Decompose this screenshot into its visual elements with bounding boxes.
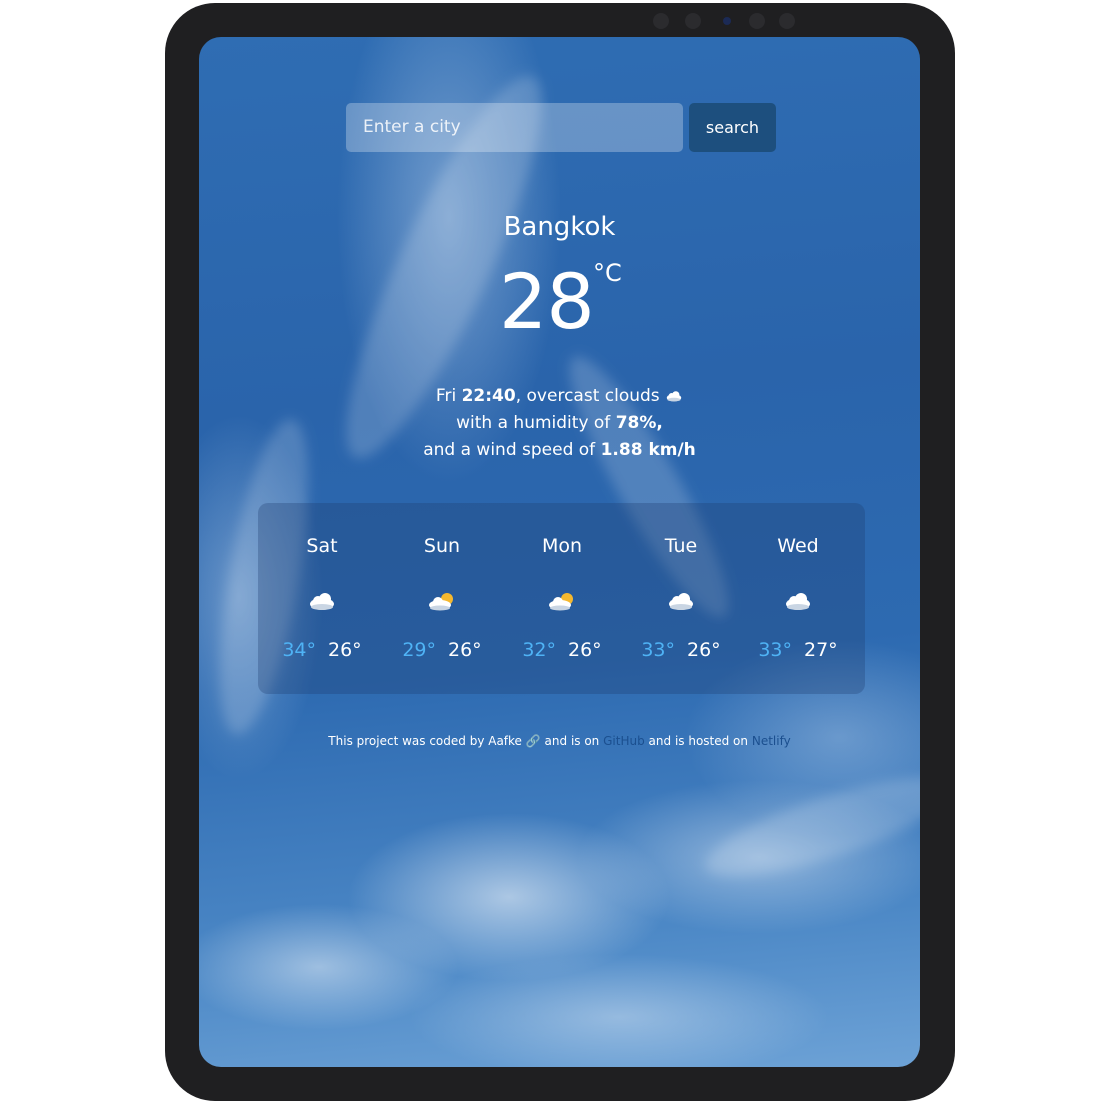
forecast-low: 26° — [328, 639, 362, 661]
city-search-input[interactable]: Enter a city — [346, 103, 683, 152]
cloud-icon — [786, 593, 810, 610]
sensor-dot — [653, 13, 669, 29]
forecast-high: 29° — [402, 639, 436, 661]
link-icon: 🔗 — [525, 734, 541, 748]
forecast-high: 32° — [522, 639, 556, 661]
weekday: Fri — [435, 386, 457, 406]
forecast-high: 33° — [641, 639, 675, 661]
sun-cloud-icon — [429, 593, 453, 611]
search-button[interactable]: search — [689, 103, 776, 152]
cloud-streak — [696, 758, 920, 896]
wind-speed-value: 1.88 km/h — [600, 440, 696, 460]
sensor-dot — [779, 13, 795, 29]
current-temperature: 28 — [499, 257, 595, 346]
forecast-low: 26° — [568, 639, 602, 661]
condition-text: overcast clouds — [526, 386, 660, 406]
forecast-low: 27° — [804, 639, 838, 661]
sensor-dot — [685, 13, 701, 29]
humidity-label: with a humidity of — [456, 413, 611, 433]
humidity-value: 78%, — [615, 413, 663, 433]
forecast-panel: Sat 34° 26° Sun 29° 26° Mon 32° 26° Tue … — [258, 503, 865, 694]
temperature-unit: °C — [593, 259, 622, 287]
forecast-temps: 33° 26° — [631, 639, 731, 661]
sensor-dot — [749, 13, 765, 29]
current-time: 22:40 — [461, 386, 516, 406]
cloud-icon — [669, 593, 693, 610]
forecast-temps: 29° 26° — [392, 639, 492, 661]
comma: , — [515, 386, 522, 406]
forecast-day-name: Tue — [664, 535, 698, 557]
forecast-temps: 34° 26° — [272, 639, 372, 661]
forecast-day-name: Sat — [306, 535, 338, 557]
footer-text: This project was coded by Aafke — [328, 734, 522, 748]
forecast-day-name: Wed — [777, 535, 819, 557]
forecast-low: 26° — [448, 639, 482, 661]
cloud-icon — [310, 593, 334, 610]
app-screen: Enter a city search Bangkok 28 °C Fri 22… — [199, 37, 920, 1067]
wind-label: and a wind speed of — [423, 440, 596, 460]
forecast-temps: 33° 27° — [748, 639, 848, 661]
forecast-high: 34° — [282, 639, 316, 661]
forecast-temps: 32° 26° — [512, 639, 612, 661]
netlify-link[interactable]: Netlify — [752, 734, 791, 748]
weather-description: Fri 22:40, overcast clouds with a humidi… — [199, 383, 920, 464]
city-name: Bangkok — [503, 212, 616, 242]
footer: This project was coded by Aafke 🔗 and is… — [199, 734, 920, 748]
forecast-day-name: Sun — [423, 535, 461, 557]
forecast-high: 33° — [758, 639, 792, 661]
sun-cloud-icon — [549, 593, 573, 611]
github-link[interactable]: GitHub — [603, 734, 645, 748]
camera-lens-icon — [723, 17, 731, 25]
cloud-icon — [666, 391, 682, 402]
forecast-low: 26° — [687, 639, 721, 661]
footer-text: and is on — [544, 734, 600, 748]
footer-text: and is hosted on — [648, 734, 749, 748]
forecast-day-name: Mon — [541, 535, 583, 557]
camera-bar — [653, 13, 798, 29]
